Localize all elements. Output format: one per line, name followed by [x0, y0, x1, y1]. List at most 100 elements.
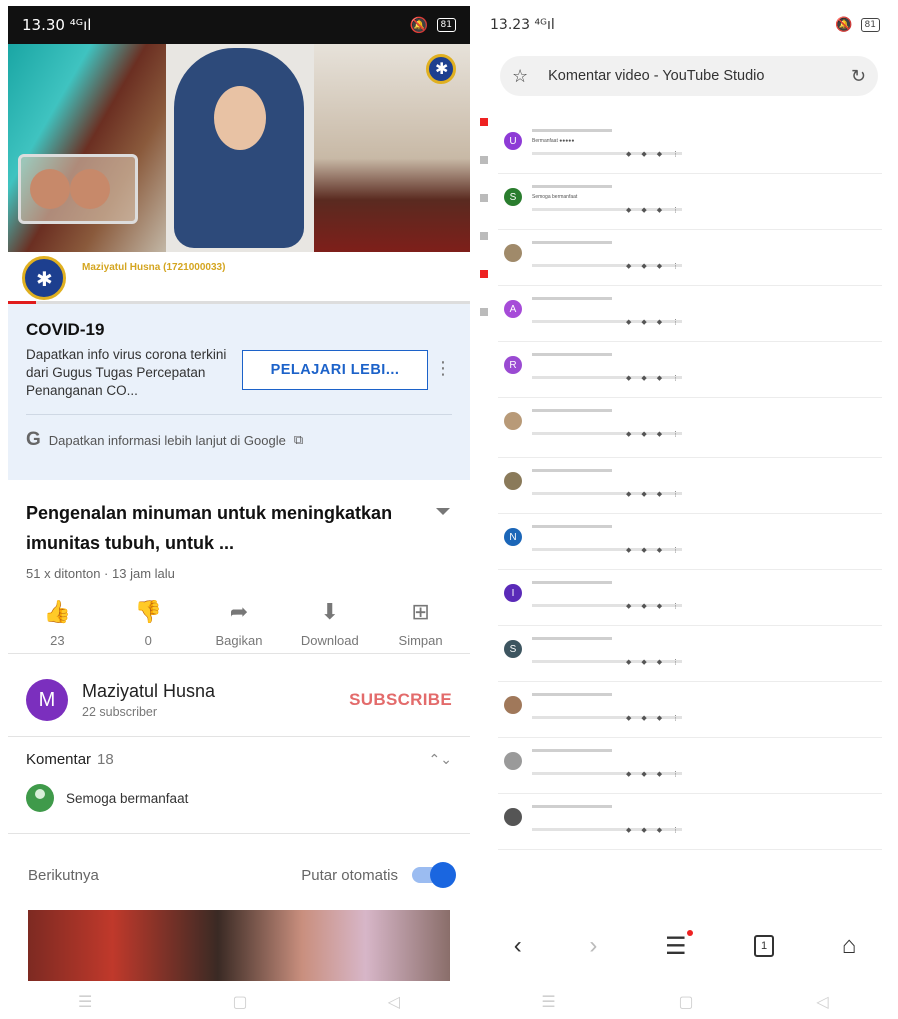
commenter-avatar: S: [504, 188, 522, 206]
tabs-button[interactable]: 1: [754, 935, 775, 957]
status-bar: 13.30 ⁴ᴳıl 🔕 81: [8, 6, 470, 44]
save-button[interactable]: ⊞ Simpan: [378, 599, 464, 653]
subscriber-count: 22 subscriber: [82, 705, 158, 719]
like-button[interactable]: 👍 23: [14, 599, 100, 653]
video-player[interactable]: [8, 44, 470, 252]
google-info-link[interactable]: G Dapatkan informasi lebih lanjut di Goo…: [26, 415, 452, 465]
battery-icon: 81: [860, 18, 880, 32]
autoplay-toggle[interactable]: [412, 862, 456, 888]
commenter-avatar: U: [504, 132, 522, 150]
comment-row[interactable]: ◆◆◆⋮: [498, 794, 882, 850]
comment-actions[interactable]: ◆◆◆⋮: [626, 658, 689, 666]
right-screen: 13.23 ⁴ᴳıl 🔕 81 ☆ Komentar video - YouTu…: [480, 6, 890, 981]
dislike-count: 0: [144, 633, 152, 648]
up-next-row: Berikutnya Putar otomatis: [8, 840, 470, 910]
commenter-avatar: S: [504, 640, 522, 658]
status-bar: 13.23 ⁴ᴳıl 🔕 81: [480, 6, 890, 44]
channel-name[interactable]: Maziyatul Husna: [82, 681, 335, 702]
status-time: 13.23: [490, 17, 531, 33]
comment-row[interactable]: ◆◆◆⋮: [498, 682, 882, 738]
home-nav-icon[interactable]: ▢: [232, 992, 247, 1012]
video-title[interactable]: Pengenalan minuman untuk meningkatkan im…: [26, 498, 426, 558]
home-nav-icon[interactable]: ▢: [678, 992, 693, 1012]
comment-actions[interactable]: ◆◆◆⋮: [626, 262, 689, 270]
system-nav-bar: ☰ ▢ ◁: [8, 988, 470, 1016]
back-icon[interactable]: ‹: [514, 932, 522, 960]
comment-row[interactable]: ◆◆◆⋮: [498, 458, 882, 514]
download-button[interactable]: ⬇ Download: [287, 599, 373, 653]
menu-icon[interactable]: ☰: [665, 929, 692, 961]
commenter-avatar: [26, 784, 54, 812]
comment-row[interactable]: R ◆◆◆⋮: [498, 342, 882, 398]
recent-apps-icon[interactable]: ☰: [78, 992, 92, 1012]
comment-text: Semoga bermanfaat: [532, 194, 578, 200]
comment-row[interactable]: I ◆◆◆⋮: [498, 570, 882, 626]
comment-actions[interactable]: ◆◆◆⋮: [626, 546, 689, 554]
more-options-icon[interactable]: ⋮: [434, 358, 452, 379]
comment-row[interactable]: S Semoga bermanfaat ◆◆◆⋮: [498, 174, 882, 230]
comments-section[interactable]: Komentar 18 ⌃⌄ Semoga bermanfaat: [8, 737, 470, 833]
commenter-avatar: [504, 696, 522, 714]
save-label: Simpan: [398, 633, 443, 648]
video-progress-bar[interactable]: [8, 301, 470, 304]
expand-comments-icon[interactable]: ⌃⌄: [429, 751, 452, 768]
comment-list: U Bermanfaat ●●●●● ◆◆◆⋮ S Semoga bermanfaat ◆…: [498, 118, 882, 918]
comment-actions[interactable]: ◆◆◆⋮: [626, 318, 689, 326]
university-logo-icon: [426, 54, 456, 84]
share-icon: ➦: [229, 599, 249, 624]
commenter-avatar: [504, 472, 522, 490]
comment-actions[interactable]: ◆◆◆⋮: [626, 770, 689, 778]
recent-apps-icon[interactable]: ☰: [541, 992, 555, 1012]
commenter-avatar: [504, 244, 522, 262]
commenter-avatar: [504, 412, 522, 430]
home-icon[interactable]: ⌂: [842, 932, 857, 960]
signal-icon: ⁴ᴳıl: [69, 16, 92, 34]
left-screen: 13.30 ⁴ᴳıl 🔕 81 Maziyatul Husna (1721000…: [8, 6, 470, 981]
signal-icon: ⁴ᴳıl: [534, 17, 555, 33]
comment-actions[interactable]: ◆◆◆⋮: [626, 430, 689, 438]
comment-row[interactable]: N ◆◆◆⋮: [498, 514, 882, 570]
browser-toolbar: ‹ › ☰ 1 ⌂: [480, 916, 890, 976]
studio-sidebar: [480, 118, 490, 908]
comment-actions[interactable]: ◆◆◆⋮: [626, 206, 689, 214]
save-icon: ⊞: [411, 599, 430, 624]
comment-row[interactable]: ◆◆◆⋮: [498, 738, 882, 794]
mute-icon: 🔕: [835, 17, 853, 33]
video-frame-left: [8, 44, 166, 252]
comment-actions[interactable]: ◆◆◆⋮: [626, 490, 689, 498]
expand-description-icon[interactable]: [436, 508, 450, 515]
comment-row[interactable]: U Bermanfaat ●●●●● ◆◆◆⋮: [498, 118, 882, 174]
comment-actions[interactable]: ◆◆◆⋮: [626, 602, 689, 610]
video-meta: 51 x ditonton · 13 jam lalu: [26, 566, 175, 581]
comment-actions[interactable]: ◆◆◆⋮: [626, 714, 689, 722]
bookmark-star-icon[interactable]: ☆: [512, 66, 528, 87]
share-button[interactable]: ➦ Bagikan: [196, 599, 282, 653]
next-video-thumbnail[interactable]: [28, 910, 450, 981]
thumbs-down-icon: 👎: [134, 599, 162, 624]
reload-icon[interactable]: ↻: [851, 66, 866, 87]
comment-row[interactable]: ◆◆◆⋮: [498, 230, 882, 286]
comment-actions[interactable]: ◆◆◆⋮: [626, 374, 689, 382]
battery-icon: 81: [436, 18, 456, 32]
dislike-button[interactable]: 👎 0: [105, 599, 191, 653]
overlay-channel-name: Maziyatul Husna (1721000033): [82, 262, 226, 273]
forward-icon[interactable]: ›: [589, 932, 597, 960]
learn-more-button[interactable]: PELAJARI LEBI...: [242, 350, 428, 390]
comment-actions[interactable]: ◆◆◆⋮: [626, 826, 689, 834]
video-frame-presenter: [166, 44, 314, 252]
comment-row[interactable]: S ◆◆◆⋮: [498, 626, 882, 682]
page-title[interactable]: Komentar video - YouTube Studio: [548, 68, 831, 84]
channel-row: M Maziyatul Husna 22 subscriber SUBSCRIB…: [8, 664, 470, 736]
back-nav-icon[interactable]: ◁: [816, 992, 828, 1012]
comment-row[interactable]: ◆◆◆⋮: [498, 398, 882, 458]
comment-row[interactable]: A ◆◆◆⋮: [498, 286, 882, 342]
back-nav-icon[interactable]: ◁: [388, 992, 400, 1012]
subscribe-button[interactable]: SUBSCRIBE: [349, 690, 452, 710]
comment-actions[interactable]: ◆◆◆⋮: [626, 150, 689, 158]
thumbs-up-icon: 👍: [43, 599, 72, 624]
address-bar[interactable]: ☆ Komentar video - YouTube Studio ↻: [500, 56, 878, 96]
autoplay-label: Putar otomatis: [301, 866, 398, 884]
avatar[interactable]: M: [26, 679, 68, 721]
like-count: 23: [50, 633, 65, 648]
top-comment: Semoga bermanfaat: [66, 790, 189, 806]
